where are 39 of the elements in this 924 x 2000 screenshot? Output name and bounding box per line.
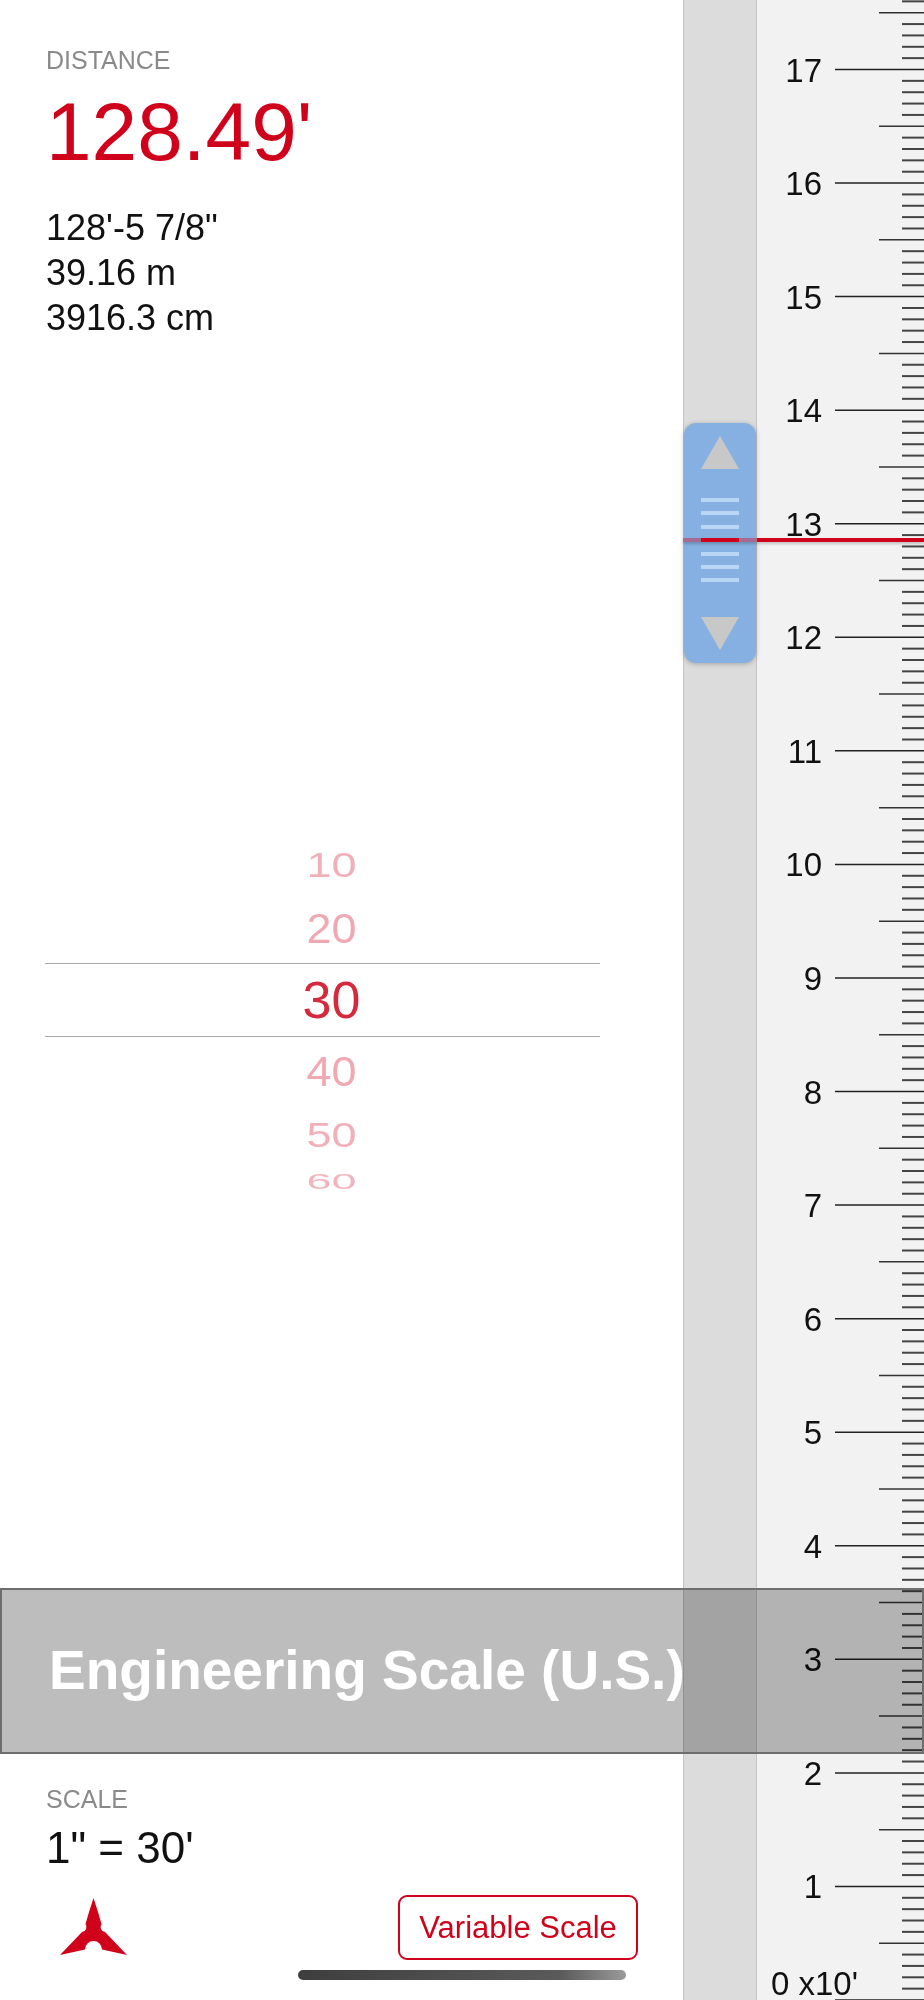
ruler-label: 10	[785, 846, 822, 884]
ruler-label: 0 x10'	[771, 1965, 859, 2000]
ruler-label: 8	[803, 1073, 822, 1111]
picker-option[interactable]: 60	[306, 1170, 357, 1194]
ruler-label: 16	[785, 165, 822, 203]
banner-title: Engineering Scale (U.S.)	[49, 1639, 685, 1703]
ruler-label: 4	[803, 1527, 822, 1565]
ruler-label: 17	[785, 51, 822, 89]
slider-handle[interactable]	[684, 423, 756, 663]
ruler-label: 1	[803, 1868, 822, 1906]
star-logo-icon	[60, 1898, 127, 1957]
distance-label: DISTANCE	[46, 45, 171, 75]
picker-option[interactable]: 20	[306, 907, 357, 950]
grip-lines-icon	[701, 498, 739, 582]
ruler-label: 12	[785, 619, 822, 657]
ruler-label: 5	[803, 1414, 822, 1452]
distance-conversion: 39.16 m	[46, 251, 177, 295]
ruler-label: 13	[785, 505, 822, 543]
scale-value: 1" = 30'	[46, 1822, 194, 1874]
slider-track[interactable]	[683, 0, 757, 2000]
distance-value: 128.49'	[46, 91, 313, 173]
down-triangle-icon[interactable]	[701, 617, 739, 650]
ruler-label: 3	[803, 1641, 822, 1679]
picker-option[interactable]: 50	[306, 1117, 357, 1153]
picker-option[interactable]: 10	[306, 848, 357, 883]
scale-label: SCALE	[46, 1784, 128, 1814]
variable-scale-button[interactable]: Variable Scale	[398, 1895, 638, 1960]
picker-option[interactable]: 40	[306, 1050, 357, 1094]
up-triangle-icon[interactable]	[701, 436, 739, 469]
ruler-label: 6	[803, 1300, 822, 1338]
ruler-label: 2	[803, 1754, 822, 1792]
distance-conversion: 3916.3 cm	[46, 296, 215, 340]
ruler-label: 11	[787, 732, 822, 770]
ruler-label: 7	[803, 1187, 822, 1225]
ruler-label: 15	[785, 278, 822, 316]
picker-option[interactable]: 30	[302, 974, 361, 1027]
ruler-label: 14	[785, 392, 822, 430]
distance-conversion: 128'-5 7/8"	[46, 206, 218, 250]
ruler-label: 9	[803, 960, 822, 997]
